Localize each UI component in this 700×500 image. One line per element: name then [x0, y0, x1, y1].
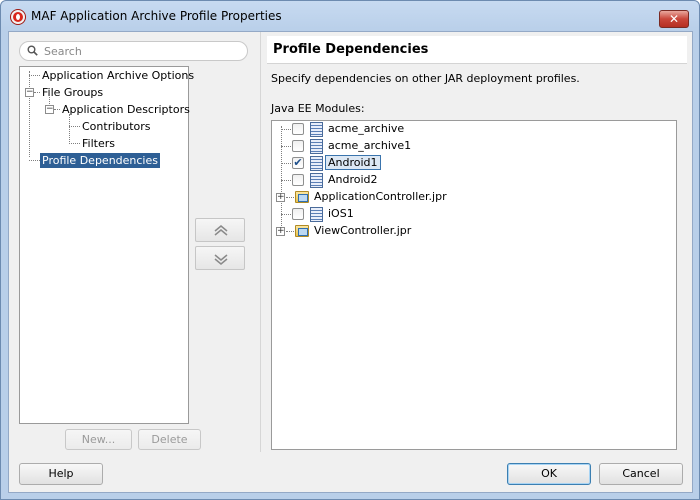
expand-icon[interactable]: +: [276, 227, 285, 236]
module-row[interactable]: + ApplicationController.jpr: [272, 189, 672, 205]
module-row[interactable]: Android2: [272, 172, 672, 188]
module-row[interactable]: acme_archive1: [272, 138, 672, 154]
navigation-tree: − − Application Archive Options File Gro…: [19, 66, 194, 424]
tree-connector: [69, 114, 70, 144]
module-row[interactable]: ✔ Android1: [272, 155, 672, 171]
page-title: Profile Dependencies: [267, 36, 687, 64]
delete-button[interactable]: Delete: [138, 429, 201, 450]
collapse-icon[interactable]: −: [45, 105, 54, 114]
tree-item-label: Application Archive Options: [42, 69, 195, 82]
search-input[interactable]: [44, 44, 239, 58]
tree-item-filters[interactable]: Filters: [80, 136, 117, 152]
oracle-app-icon: [11, 10, 25, 24]
module-label: acme_archive: [328, 122, 405, 135]
module-label: Android1: [325, 155, 381, 170]
tree-connector: [69, 126, 80, 127]
close-button[interactable]: ✕: [659, 10, 689, 28]
java-ee-modules-label: Java EE Modules:: [271, 102, 365, 115]
search-icon: [27, 45, 38, 56]
tree-connector: [29, 75, 40, 76]
project-folder-icon: [295, 225, 309, 237]
module-row[interactable]: + ViewController.jpr: [272, 223, 672, 239]
help-button[interactable]: Help: [19, 463, 103, 485]
tree-connector: [29, 71, 30, 157]
deployment-profile-icon: [310, 173, 323, 188]
module-checkbox[interactable]: [292, 140, 304, 152]
dialog-window: MAF Application Archive Profile Properti…: [0, 0, 700, 500]
tree-item-file-groups[interactable]: File Groups: [40, 85, 105, 101]
double-chevron-up-icon: [214, 225, 228, 236]
tree-item-label: Filters: [82, 137, 115, 150]
deployment-profile-icon: [310, 207, 323, 222]
tree-item-label: Application Descriptors: [62, 103, 190, 116]
module-row[interactable]: acme_archive: [272, 121, 672, 137]
module-label: iOS1: [328, 207, 354, 220]
project-folder-icon: [295, 191, 309, 203]
tree-connector: [29, 160, 40, 161]
window-title: MAF Application Archive Profile Properti…: [31, 9, 282, 23]
expand-icon[interactable]: +: [276, 193, 285, 202]
cancel-button[interactable]: Cancel: [599, 463, 683, 485]
double-chevron-down-icon: [214, 254, 228, 265]
module-checkbox[interactable]: [292, 174, 304, 186]
tree-item-label: Profile Dependencies: [40, 153, 160, 168]
collapse-icon[interactable]: −: [25, 88, 34, 97]
tree-item-application-archive-options[interactable]: Application Archive Options: [40, 68, 196, 84]
tree-item-contributors[interactable]: Contributors: [80, 119, 153, 135]
deployment-profile-icon: [310, 156, 323, 171]
dialog-body: − − Application Archive Options File Gro…: [8, 31, 693, 493]
module-row[interactable]: iOS1: [272, 206, 672, 222]
module-label: acme_archive1: [328, 139, 412, 152]
module-label: ViewController.jpr: [314, 224, 412, 237]
module-checkbox[interactable]: [292, 208, 304, 220]
panel-divider: [260, 32, 261, 452]
move-down-button[interactable]: [195, 246, 245, 270]
module-checkbox[interactable]: ✔: [292, 157, 304, 169]
ok-button[interactable]: OK: [507, 463, 591, 485]
deployment-profile-icon: [310, 122, 323, 137]
search-box[interactable]: [19, 41, 248, 61]
new-button[interactable]: New...: [65, 429, 132, 450]
tree-item-label: File Groups: [42, 86, 104, 99]
tree-connector: [69, 143, 80, 144]
title-bar[interactable]: MAF Application Archive Profile Properti…: [1, 1, 699, 31]
module-label: ApplicationController.jpr: [314, 190, 447, 203]
module-checkbox[interactable]: [292, 123, 304, 135]
move-up-button[interactable]: [195, 218, 245, 242]
deployment-profile-icon: [310, 139, 323, 154]
modules-tree: acme_archive acme_archive1 ✔ Android1 An…: [271, 120, 677, 450]
tree-item-application-descriptors[interactable]: Application Descriptors: [60, 102, 192, 118]
tree-item-label: Contributors: [82, 120, 151, 133]
page-description: Specify dependencies on other JAR deploy…: [271, 72, 580, 85]
tree-item-profile-dependencies[interactable]: Profile Dependencies: [40, 153, 160, 169]
module-label: Android2: [328, 173, 378, 186]
